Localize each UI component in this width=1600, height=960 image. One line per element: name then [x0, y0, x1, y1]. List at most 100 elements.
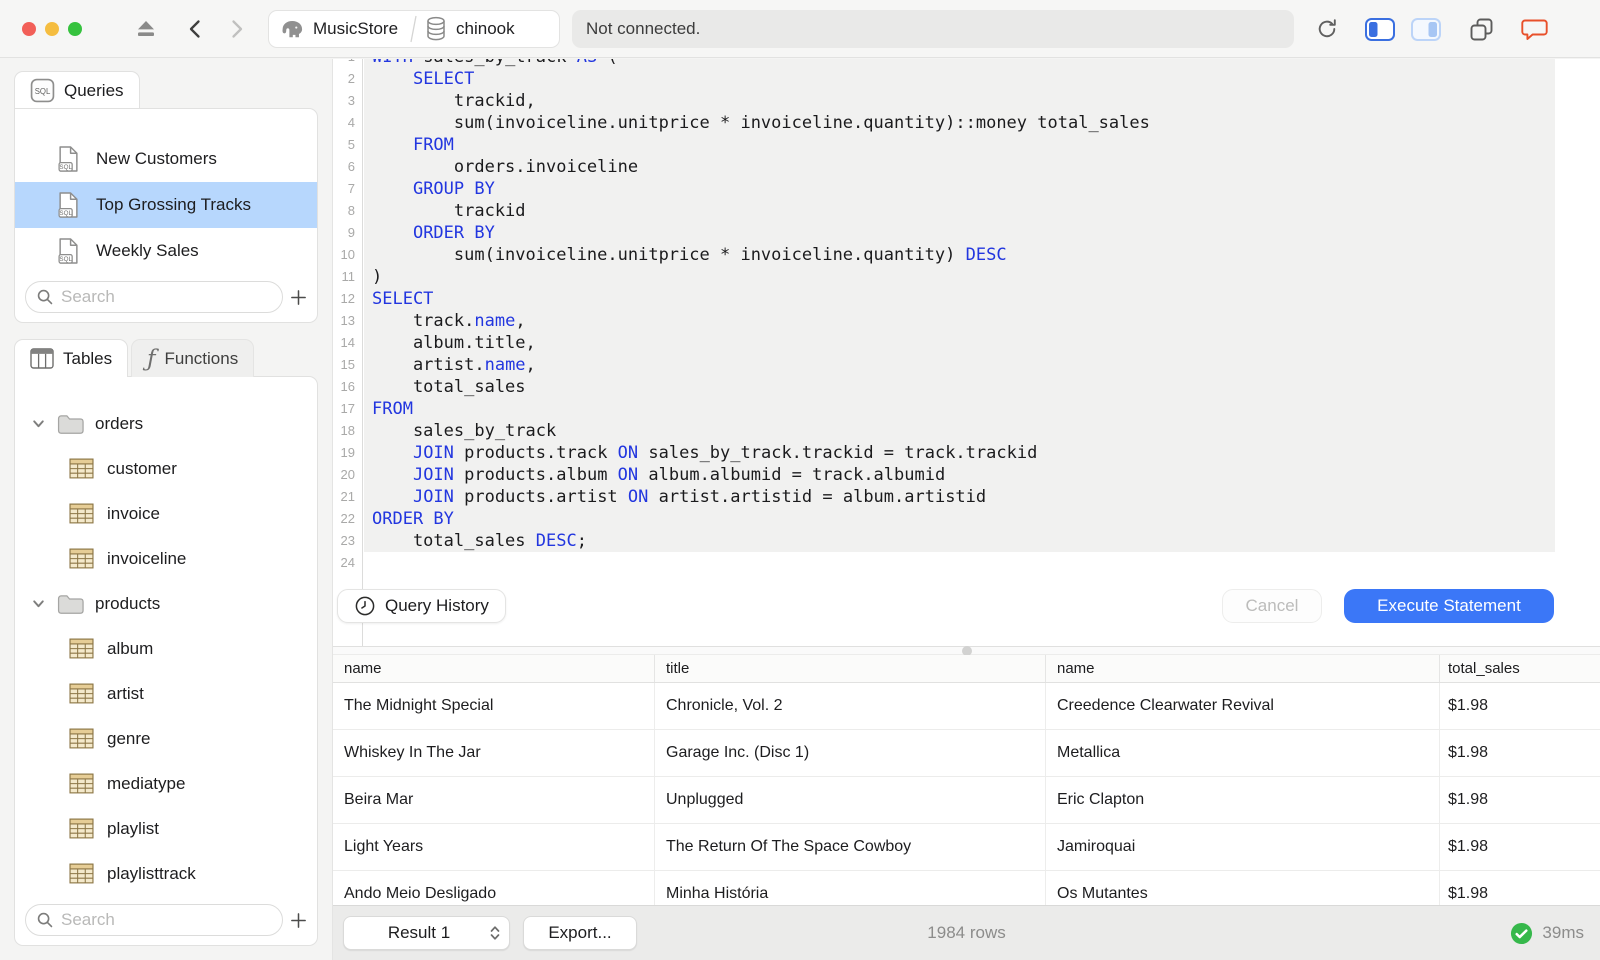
cell-album-title[interactable]: Garage Inc. (Disc 1) — [655, 730, 1046, 776]
back-button[interactable] — [184, 17, 208, 41]
line-number: 8 — [347, 203, 355, 218]
cell-track-name[interactable]: Light Years — [333, 824, 655, 870]
code-line[interactable]: FROM — [364, 134, 1555, 156]
query-list-item[interactable]: SQL Top Grossing Tracks — [15, 182, 317, 228]
code-line[interactable]: sales_by_track — [364, 420, 1555, 442]
cell-artist-name[interactable]: Creedence Clearwater Revival — [1046, 683, 1440, 729]
pane-splitter[interactable] — [333, 645, 1600, 656]
code-line[interactable]: ORDER BY — [364, 222, 1555, 244]
toggle-left-sidebar-button[interactable] — [1364, 17, 1396, 42]
schema-table-row[interactable]: playlisttrack — [15, 851, 317, 896]
table-row[interactable]: Light Years The Return Of The Space Cowb… — [333, 824, 1600, 871]
breadcrumb-database[interactable]: chinook — [424, 15, 515, 43]
splitter-handle-icon[interactable] — [961, 645, 972, 656]
chevron-down-icon[interactable] — [31, 416, 46, 431]
line-number: 18 — [340, 423, 355, 438]
code-line[interactable] — [364, 552, 1555, 574]
code-line[interactable]: JOIN products.album ON album.albumid = t… — [364, 464, 1555, 486]
cell-track-name[interactable]: Whiskey In The Jar — [333, 730, 655, 776]
cell-artist-name[interactable]: Eric Clapton — [1046, 777, 1440, 823]
code-line[interactable]: artist.name, — [364, 354, 1555, 376]
cell-total-sales[interactable]: $1.98 — [1440, 683, 1600, 729]
code-line[interactable]: ) — [364, 266, 1555, 288]
code-line[interactable]: WITH sales_by_track AS ( — [364, 59, 1555, 68]
cell-album-title[interactable]: Unplugged — [655, 777, 1046, 823]
cancel-button[interactable]: Cancel — [1222, 589, 1322, 623]
chevron-down-icon[interactable] — [31, 596, 46, 611]
schema-search-field[interactable] — [25, 904, 283, 936]
code-line[interactable]: sum(invoiceline.unitprice * invoiceline.… — [364, 112, 1555, 134]
tab-tables[interactable]: Tables — [14, 339, 129, 377]
schema-folder-row[interactable]: products — [15, 581, 317, 626]
schema-table-row[interactable]: mediatype — [15, 761, 317, 806]
column-header[interactable]: title — [655, 655, 1046, 682]
queries-search-input[interactable] — [61, 287, 282, 307]
schema-table-row[interactable]: invoice — [15, 491, 317, 536]
feedback-button[interactable] — [1520, 16, 1549, 43]
code-line[interactable]: FROM — [364, 398, 1555, 420]
tab-functions[interactable]: ƒ Functions — [131, 339, 255, 377]
query-history-button[interactable]: Query History — [337, 589, 506, 623]
query-list-item[interactable]: SQL Weekly Sales — [15, 228, 317, 274]
code-line[interactable]: total_sales — [364, 376, 1555, 398]
schema-table-row[interactable]: customer — [15, 446, 317, 491]
code-line[interactable]: sum(invoiceline.unitprice * invoiceline.… — [364, 244, 1555, 266]
query-list-item[interactable]: SQL New Customers — [15, 136, 317, 182]
table-row[interactable]: The Midnight Special Chronicle, Vol. 2 C… — [333, 683, 1600, 730]
minimize-window-button[interactable] — [45, 22, 59, 36]
schema-table-row[interactable]: playlist — [15, 806, 317, 851]
cell-album-title[interactable]: The Return Of The Space Cowboy — [655, 824, 1046, 870]
breadcrumb-connection[interactable]: MusicStore — [278, 17, 398, 41]
sql-editor[interactable]: 123456789101112131415161718192021222324 … — [333, 59, 1600, 646]
eject-button[interactable] — [134, 17, 158, 41]
code-line[interactable]: SELECT — [364, 68, 1555, 90]
schema-table-row[interactable]: genre — [15, 716, 317, 761]
queries-search-field[interactable] — [25, 281, 283, 313]
execute-statement-button[interactable]: Execute Statement — [1344, 589, 1554, 623]
cell-artist-name[interactable]: Jamiroquai — [1046, 824, 1440, 870]
add-table-button[interactable] — [289, 906, 308, 934]
forward-button[interactable] — [224, 17, 248, 41]
cell-total-sales[interactable]: $1.98 — [1440, 777, 1600, 823]
breadcrumb-database-label: chinook — [456, 19, 515, 38]
code-line[interactable]: album.title, — [364, 332, 1555, 354]
refresh-button[interactable] — [1314, 16, 1340, 42]
code-line[interactable]: JOIN products.track ON sales_by_track.tr… — [364, 442, 1555, 464]
cell-track-name[interactable]: The Midnight Special — [333, 683, 655, 729]
sidebar: SQL Queries SQL New Customers SQL Top Gr… — [0, 59, 333, 960]
code-line[interactable]: trackid, — [364, 90, 1555, 112]
cell-album-title[interactable]: Chronicle, Vol. 2 — [655, 683, 1046, 729]
code-line[interactable]: JOIN products.artist ON artist.artistid … — [364, 486, 1555, 508]
export-button[interactable]: Export... — [523, 916, 637, 950]
schema-search-input[interactable] — [61, 910, 282, 930]
code-line[interactable]: total_sales DESC; — [364, 530, 1555, 552]
cell-artist-name[interactable]: Metallica — [1046, 730, 1440, 776]
code-line[interactable]: track.name, — [364, 310, 1555, 332]
code-line[interactable]: GROUP BY — [364, 178, 1555, 200]
table-row[interactable]: Beira Mar Unplugged Eric Clapton $1.98 — [333, 777, 1600, 824]
line-number: 24 — [340, 555, 355, 570]
close-window-button[interactable] — [22, 22, 36, 36]
table-row[interactable]: Whiskey In The Jar Garage Inc. (Disc 1) … — [333, 730, 1600, 777]
code-area[interactable]: WITH sales_by_track AS ( SELECT trackid,… — [364, 59, 1555, 646]
column-header[interactable]: name — [1046, 655, 1440, 682]
column-header[interactable]: total_sales — [1440, 655, 1600, 682]
column-header[interactable]: name — [333, 655, 655, 682]
toggle-right-sidebar-button[interactable] — [1410, 17, 1442, 42]
code-line[interactable]: SELECT — [364, 288, 1555, 310]
code-line[interactable]: trackid — [364, 200, 1555, 222]
cell-total-sales[interactable]: $1.98 — [1440, 730, 1600, 776]
schema-table-row[interactable]: invoiceline — [15, 536, 317, 581]
schema-table-row[interactable]: album — [15, 626, 317, 671]
schema-table-row[interactable]: artist — [15, 671, 317, 716]
cell-track-name[interactable]: Beira Mar — [333, 777, 655, 823]
tab-queries[interactable]: SQL Queries — [14, 71, 140, 109]
schema-folder-row[interactable]: orders — [15, 401, 317, 446]
add-query-button[interactable] — [289, 283, 308, 311]
code-line[interactable]: ORDER BY — [364, 508, 1555, 530]
code-line[interactable]: orders.invoiceline — [364, 156, 1555, 178]
zoom-window-button[interactable] — [68, 22, 82, 36]
result-selector[interactable]: Result 1 — [343, 916, 510, 950]
cell-total-sales[interactable]: $1.98 — [1440, 824, 1600, 870]
windows-button[interactable] — [1468, 16, 1495, 43]
